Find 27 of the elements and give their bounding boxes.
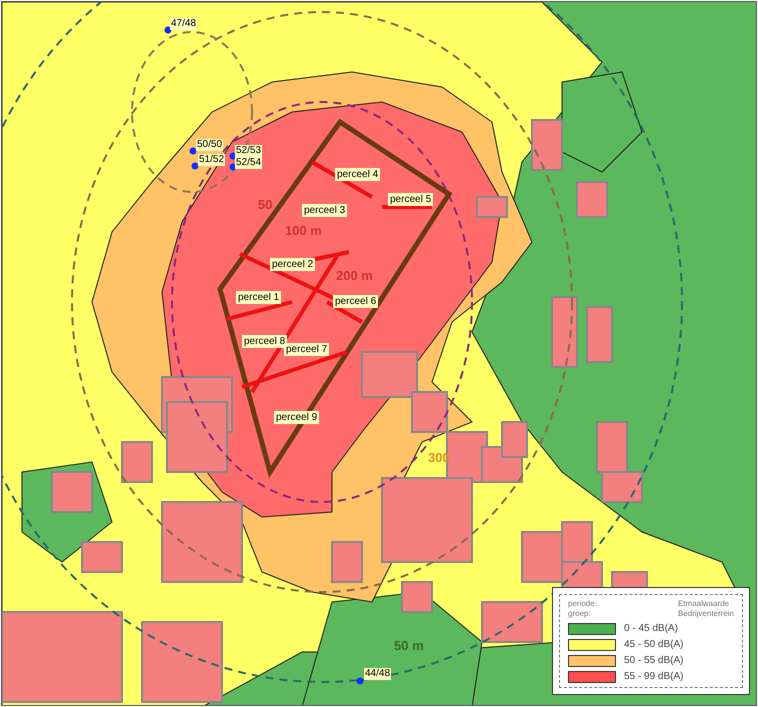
receptor-label: 51/52: [198, 154, 226, 166]
parcel-label: perceel 1: [236, 291, 282, 304]
legend-label: 0 - 45 dB(A): [624, 623, 678, 635]
legend-label: 45 - 50 dB(A): [624, 639, 684, 651]
legend-label: 55 - 99 dB(A): [624, 671, 684, 683]
parcel-label: perceel 7: [284, 343, 330, 356]
parcel-label: perceel 4: [335, 168, 380, 181]
distance-label: 100 m: [285, 223, 322, 238]
receptor-label: 44/48: [364, 668, 392, 680]
receptor-label: 50/50: [196, 139, 224, 151]
parcel-label: perceel 3: [302, 204, 348, 217]
parcel-label: perceel 9: [274, 411, 320, 424]
legend-caption: Etmaalwaarde: [678, 599, 730, 609]
receptor-label: 52/53: [235, 145, 262, 157]
legend-caption: periode:: [568, 599, 597, 609]
distance-label: 200 m: [336, 268, 373, 283]
receptor-label: 52/54: [235, 157, 262, 169]
legend-caption: Bedrijventerrein: [678, 609, 734, 619]
parcel-label: perceel 6: [333, 295, 378, 308]
parcel-label: perceel 2: [270, 258, 316, 271]
distance-label: 50: [258, 197, 272, 212]
parcel-label: perceel 8: [242, 335, 288, 348]
distance-label: 50 m: [394, 638, 424, 653]
legend-label: 50 - 55 dB(A): [624, 655, 684, 667]
parcel-label: perceel 5: [388, 193, 434, 206]
receptor-label: 47/48: [170, 18, 198, 30]
legend-caption: groep:: [568, 609, 592, 619]
